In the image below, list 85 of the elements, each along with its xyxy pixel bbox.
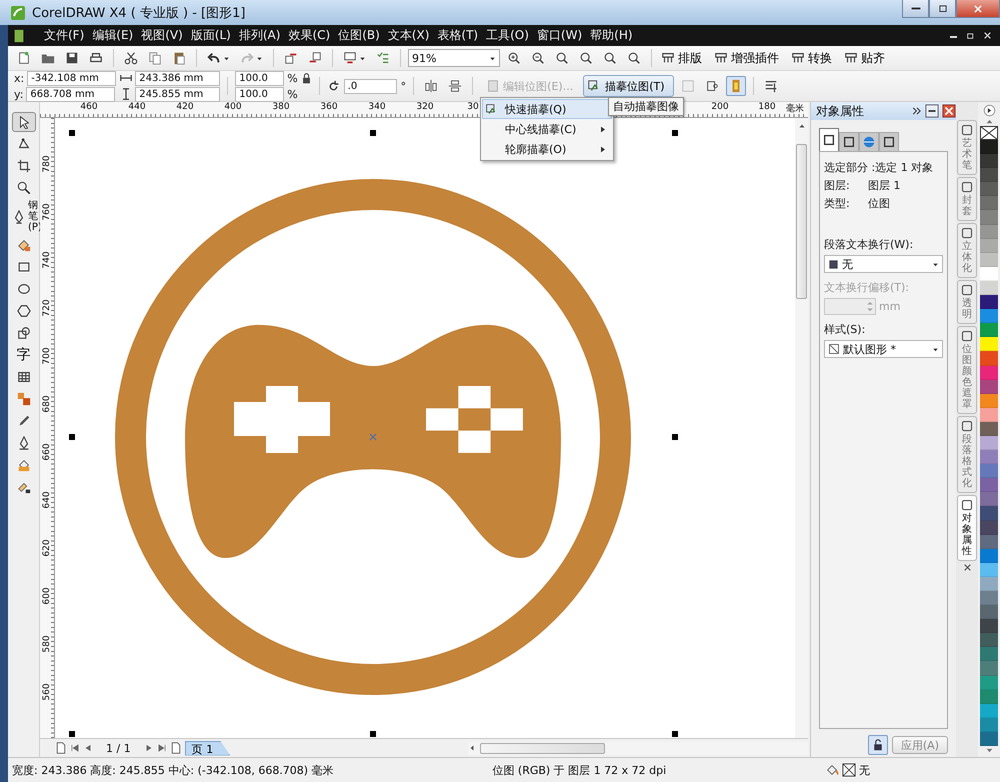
menu-item[interactable]: 位图(B) [334,27,384,44]
side-tab[interactable]: 段落格式化 [957,416,977,493]
menu-item[interactable]: 排列(A) [234,27,284,44]
trace-bitmap-button[interactable]: 描摹位图(T) [583,75,674,97]
wrap-select[interactable]: 无 [824,255,943,273]
ruler-number: 400 [224,102,242,112]
percent-label: % [287,72,298,84]
menu-item[interactable]: 版面(L) [186,27,235,44]
ruler-number: 640 [42,491,52,509]
size-info: 宽度: 243.386 高度: 245.855 中心: (-342.108, 668.708) 毫米 [12,762,334,778]
zoom-select[interactable]: 91% [408,49,500,67]
menu-item[interactable]: 文件(F) [40,27,88,44]
text-tool-button[interactable]: 字 [12,345,36,365]
unit-label: mm [879,300,900,313]
docker-title: 对象属性 [816,102,864,120]
toolbar-button[interactable]: 排版 [659,48,708,68]
ruler-number: 320 [416,102,434,112]
side-tab[interactable]: 位图颜色遮罩 [957,326,977,414]
rotation-field[interactable]: .0 [344,78,397,94]
object-info: 位图 (RGB) 于 图层 1 72 x 72 dpi [492,762,666,778]
page-tab[interactable]: 页 1 [184,740,230,756]
offset-label: 文本换行偏移(T): [824,280,910,295]
menu-item[interactable]: 工具(O) [482,27,533,44]
menu-item[interactable]: 效果(C) [284,27,334,44]
menu-item[interactable]: 快速描摹(Q) [482,99,612,119]
percent-label: % [287,88,298,100]
toolbar-button[interactable]: 转换 [789,48,838,68]
scale-field[interactable]: 100.0 [235,86,284,102]
scale-field[interactable]: 100.0 [235,70,284,86]
x-position-field[interactable]: -342.108 mm [27,70,116,86]
style-select[interactable]: 默认图形 * [824,340,943,358]
ruler-number: 30 [467,102,479,112]
ruler-number: 760 [42,203,52,221]
side-tab[interactable]: 艺术笔 [957,120,977,175]
height-field[interactable]: 245.855 mm [135,86,220,102]
side-tab[interactable]: 透明 [957,280,977,324]
property-label: 图层: [824,178,851,193]
ruler-number: 460 [80,102,98,112]
ruler-number: 620 [42,539,52,557]
ruler-number: 200 [711,102,729,112]
y-position-field[interactable]: 668.708 mm [26,86,116,102]
ruler-number: 380 [272,102,290,112]
ruler-number: 660 [42,443,52,461]
toolbar-button[interactable]: 增强插件 [712,48,785,68]
property-label: 类型: [824,196,851,211]
menu-item[interactable]: 轮廓描摹(O) [482,139,612,159]
width-field[interactable]: 243.386 mm [135,70,220,86]
wrap-label: 段落文本换行(W): [824,237,914,252]
side-tab[interactable]: 封套 [957,177,977,221]
x-label: x: [14,72,24,84]
menu-item[interactable]: 中心线描摹(C) [482,119,612,139]
ruler-number: 580 [42,635,52,653]
page-counter: 1 / 1 [105,742,132,754]
ruler-number: 700 [42,347,52,365]
side-tab[interactable]: 对象属性 [957,495,977,561]
y-label: y: [14,88,24,100]
ruler-number: 780 [42,155,52,173]
fill-value: 无 [859,762,870,778]
toolbar-button[interactable]: 贴齐 [842,48,891,68]
ruler-unit: 毫米 [786,102,804,115]
window-title: CorelDRAW X4 ( 专业版 ) - [图形1] [32,4,246,22]
menu-item[interactable]: 表格(T) [433,27,482,44]
tooltip: 自动描摹图像 [608,97,684,116]
property-value: 位图 [868,196,890,211]
menu-item[interactable]: 帮助(H) [586,27,637,44]
degree-label: ° [400,80,406,92]
property-label: 选定部分 : [824,160,876,175]
side-tab[interactable]: 立体化 [957,223,977,278]
menu-item[interactable]: 文本(X) [384,27,434,44]
menu-item[interactable]: 视图(V) [137,27,187,44]
ruler-number: 440 [128,102,146,112]
menu-item[interactable]: 窗口(W) [532,27,586,44]
ruler-number: 360 [320,102,338,112]
ruler-number: 600 [42,587,52,605]
ruler-number: 680 [42,395,52,413]
ruler-number: 420 [176,102,194,112]
property-value: 选定 1 对象 [875,160,934,175]
ruler-number: 720 [42,299,52,317]
ruler-number: 740 [42,251,52,269]
ruler-number: 560 [42,683,52,701]
menu-item[interactable]: 编辑(E) [88,27,138,44]
ruler-number: 180 [758,102,776,112]
style-label: 样式(S): [824,322,866,337]
ruler-number: 340 [368,102,386,112]
property-value: 图层 1 [868,178,900,193]
